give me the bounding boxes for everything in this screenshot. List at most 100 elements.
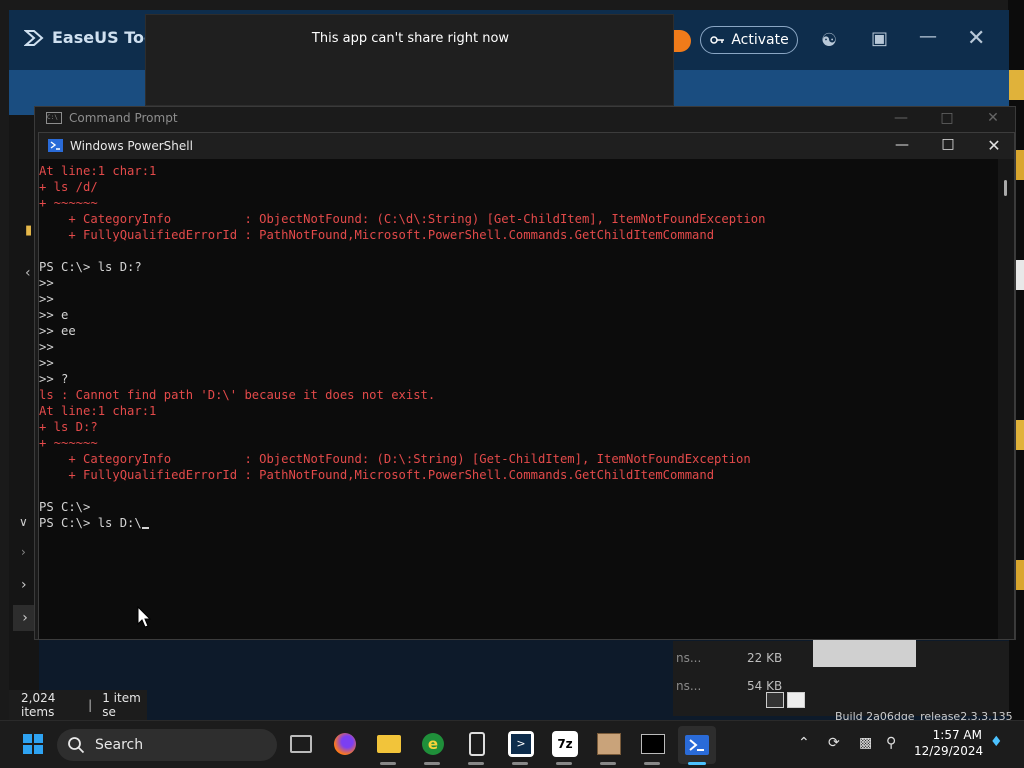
folder-icon: ▮	[25, 223, 33, 238]
console-line: >> e	[39, 308, 69, 322]
chevron-down-icon[interactable]: ∨	[19, 515, 28, 529]
console-line: >>	[39, 356, 54, 370]
display-icon[interactable]: ▩	[859, 735, 872, 751]
scrollbar-thumb[interactable]	[1004, 180, 1007, 196]
start-button[interactable]	[20, 731, 46, 757]
console-line: >>	[39, 276, 54, 290]
console-line: + ls D:?	[39, 420, 98, 434]
console-line: + CategoryInfo : ObjectNotFound: (D:\:St…	[39, 452, 751, 466]
ps-minimize-icon[interactable]: —	[879, 137, 925, 153]
console-current-prompt[interactable]: PS C:\> ls D:\	[39, 515, 997, 531]
mouse-pointer-icon	[137, 606, 151, 628]
selection-count: 1 item se	[102, 691, 141, 719]
console-line: + ~~~~~~	[39, 196, 98, 210]
phone-link-icon[interactable]	[464, 731, 490, 757]
console-line: + ls /d/	[39, 180, 98, 194]
active-indicator	[688, 762, 706, 765]
ps-close-icon[interactable]: ✕	[971, 136, 1017, 155]
back-arrow-icon[interactable]: ‹	[25, 265, 31, 281]
search-icon	[68, 737, 85, 754]
easeus-logo-icon	[24, 29, 44, 46]
share-error-message: This app can't share right now	[311, 31, 510, 46]
ps-maximize-icon[interactable]: □	[925, 136, 971, 152]
minimize-icon[interactable]: —	[919, 26, 937, 47]
archive-tool-icon[interactable]	[596, 731, 622, 757]
console-line: + FullyQualifiedErrorId : PathNotFound,M…	[39, 228, 715, 242]
details-view-button[interactable]	[766, 692, 784, 708]
powershell-window[interactable]: Windows PowerShell — □ ✕ At line:1 char:…	[38, 132, 1015, 640]
sync-icon[interactable]: ⟳	[828, 735, 840, 751]
running-indicator	[644, 762, 660, 765]
running-indicator	[556, 762, 572, 765]
cmd-maximize-icon[interactable]: □	[924, 110, 970, 126]
taskbar: Search e > 7z ⌃ ⟳ ▩ ⚲ 1:57 AM 12/29/2024…	[0, 720, 1024, 768]
console-output[interactable]: At line:1 char:1 + ls /d/ + ~~~~~~ + Categ…	[39, 163, 997, 639]
activate-button[interactable]: Activate	[700, 26, 798, 54]
7zip-icon[interactable]: 7z	[552, 731, 578, 757]
show-hidden-icons-chevron-icon[interactable]: ⌃	[798, 735, 810, 751]
cmd-window-title: Command Prompt	[69, 111, 178, 125]
cmd-minimize-icon[interactable]: —	[878, 110, 924, 126]
running-indicator	[424, 762, 440, 765]
console-line: ls : Cannot find path 'D:\' because it d…	[39, 388, 436, 402]
file-name-fragment[interactable]: ns...	[676, 679, 701, 693]
easeus-status-bar: 2,024 items | 1 item se	[9, 690, 147, 720]
chevron-right-icon[interactable]: ›	[21, 545, 26, 559]
easeus-taskbar-icon[interactable]: >	[508, 731, 534, 757]
system-clock[interactable]: 1:57 AM 12/29/2024	[914, 727, 984, 759]
console-line: PS C:\>	[39, 500, 91, 514]
firefox-icon[interactable]	[332, 731, 358, 757]
console-line: >> ee	[39, 324, 76, 338]
console-line: At line:1 char:1	[39, 164, 157, 178]
running-indicator	[600, 762, 616, 765]
powershell-icon	[48, 139, 63, 152]
status-divider: |	[88, 698, 93, 712]
file-size: 22 KB	[747, 651, 783, 665]
close-icon[interactable]: ✕	[967, 26, 985, 51]
headset-icon[interactable]: ☯	[821, 30, 837, 51]
console-line: + ~~~~~~	[39, 436, 98, 450]
cmd-app-icon: C:\	[46, 112, 62, 124]
taskbar-search-box[interactable]: Search	[57, 729, 277, 761]
share-dialog: This app can't share right now	[145, 14, 674, 106]
file-explorer-icon[interactable]	[376, 731, 402, 757]
console-line: At line:1 char:1	[39, 404, 157, 418]
key-icon	[710, 36, 725, 44]
task-view-icon[interactable]	[288, 731, 314, 757]
running-indicator	[512, 762, 528, 765]
console-line: + CategoryInfo : ObjectNotFound: (C:\d\:…	[39, 212, 766, 226]
cmd-close-icon[interactable]: ✕	[970, 110, 1016, 126]
notification-bell-icon[interactable]: ♦	[990, 734, 1003, 750]
console-line: + FullyQualifiedErrorId : PathNotFound,M…	[39, 468, 715, 482]
network-muted-icon[interactable]: ⚲	[886, 735, 896, 751]
console-line: PS C:\> ls D:?	[39, 260, 142, 274]
view-toggle-group	[766, 692, 805, 708]
powershell-icon	[685, 735, 709, 755]
chevron-right-icon[interactable]: ›	[21, 577, 27, 593]
desktop-wallpaper-fragment	[1008, 70, 1024, 100]
console-scrollbar[interactable]	[998, 159, 1014, 639]
activate-label: Activate	[731, 32, 789, 48]
file-size: 54 KB	[747, 679, 783, 693]
file-name-fragment[interactable]: ns...	[676, 651, 701, 665]
command-prompt-taskbar-icon[interactable]	[640, 731, 666, 757]
prompt-input-text: PS C:\> ls D:\	[39, 516, 142, 530]
item-count: 2,024 items	[21, 691, 56, 719]
running-indicator	[380, 762, 396, 765]
console-line: >>	[39, 292, 54, 306]
preview-panel	[813, 640, 916, 667]
search-label: Search	[95, 737, 144, 753]
clock-time: 1:57 AM	[932, 728, 982, 742]
clock-date: 12/29/2024	[914, 744, 984, 758]
powershell-titlebar[interactable]: Windows PowerShell — □ ✕	[39, 133, 1014, 159]
large-icons-view-button[interactable]	[787, 692, 805, 708]
menu-dropdown-icon[interactable]: ▣	[871, 28, 888, 49]
windows-logo-icon	[23, 734, 43, 754]
running-indicator	[468, 762, 484, 765]
console-line: >>	[39, 340, 54, 354]
powershell-taskbar-icon[interactable]	[678, 726, 716, 764]
powershell-window-title: Windows PowerShell	[70, 139, 193, 153]
browser-e-icon[interactable]: e	[420, 731, 446, 757]
